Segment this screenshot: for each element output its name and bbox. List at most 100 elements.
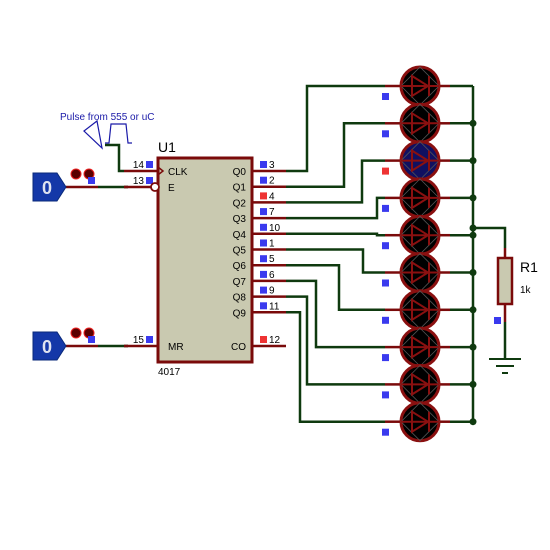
wire-bus-to-resistor[interactable] — [473, 226, 507, 248]
led-anode-state — [382, 167, 389, 175]
pin-state-mr — [146, 336, 153, 343]
inverted-input-bubble — [150, 182, 160, 192]
pin-label-q5: Q5 — [233, 246, 247, 257]
pin-number-q0: 3 — [269, 160, 275, 171]
junction-dot — [469, 380, 477, 388]
pin-state-q6 — [260, 255, 267, 263]
pulse-source-note: Pulse from 555 or uC — [60, 112, 155, 123]
pin-state-q0 — [260, 161, 267, 168]
pin-number-q4: 10 — [269, 223, 281, 234]
probe-up-icon — [70, 327, 82, 339]
led-0[interactable] — [399, 65, 441, 107]
led-9[interactable] — [399, 401, 441, 443]
pin-number-q3: 7 — [269, 207, 275, 218]
pin-number-co: 12 — [269, 335, 281, 346]
pin-number-q2: 4 — [269, 191, 275, 202]
wire-q5-to-led-5[interactable] — [286, 248, 385, 274]
pin-number-e: 13 — [133, 176, 145, 187]
led-anode-state — [382, 204, 389, 212]
led-3[interactable] — [399, 177, 441, 219]
led-1[interactable] — [399, 102, 441, 144]
pin-state-q3 — [260, 208, 267, 216]
pin-number-q6: 5 — [269, 254, 275, 265]
pin-label-q6: Q6 — [233, 261, 247, 272]
pulse-waveform-icon — [105, 123, 132, 144]
junction-dot — [469, 306, 477, 314]
junction-dot — [469, 224, 477, 232]
pin-number-q1: 2 — [269, 176, 275, 187]
pin-label-q3: Q3 — [233, 214, 247, 225]
pin-number-q9: 11 — [269, 301, 280, 312]
junction-dot — [469, 157, 477, 165]
pin-state-e — [146, 177, 153, 184]
logic-state-value: 0 — [42, 337, 52, 357]
pin-state-q7 — [260, 270, 267, 278]
logic-state-pin-indicator — [88, 336, 95, 343]
resistor-state-indicator — [494, 317, 501, 324]
resistor-value-label: 1k — [520, 285, 532, 296]
pulse-source-terminal-icon — [83, 119, 103, 150]
probe-up-icon — [70, 168, 82, 180]
pin-label-mr: MR — [168, 342, 184, 353]
pin-label-q4: Q4 — [233, 230, 247, 241]
pin-label-q1: Q1 — [233, 183, 247, 194]
logic-state-pin-indicator — [88, 177, 95, 184]
wire-q1-to-led-1[interactable] — [286, 122, 385, 188]
wire-q0-to-led-0[interactable] — [286, 84, 385, 173]
led-5[interactable] — [399, 252, 441, 293]
pin-label-q0: Q0 — [233, 167, 247, 178]
schematic-canvas: U1 4017 Q0 3 Q1 2 Q2 4 Q3 7 Q4 10 Q5 1 Q6 5 Q7 6 Q8 9 Q9 11 CO… — [32, 65, 538, 443]
pin-state-q5 — [260, 239, 267, 247]
wire-q4-to-led-4[interactable] — [286, 232, 385, 237]
led-8[interactable] — [399, 363, 441, 405]
pin-number-clk: 14 — [133, 160, 145, 171]
led-anode-state — [382, 354, 389, 362]
led-anode-state — [382, 391, 389, 399]
pin-label-q9: Q9 — [233, 308, 247, 319]
led-anode-state — [382, 242, 389, 250]
wires — [66, 84, 507, 423]
pin-number-q7: 6 — [269, 270, 275, 281]
pin-state-co — [260, 336, 267, 343]
pin-state-clk — [146, 161, 153, 168]
pin-state-q2 — [260, 192, 267, 200]
pin-state-q1 — [260, 176, 267, 184]
pin-label-clk: CLK — [168, 167, 188, 178]
pin-label-co: CO — [231, 342, 246, 353]
led-anode-state — [382, 93, 389, 100]
wire-clock-input[interactable] — [105, 143, 124, 173]
junction-dot — [469, 418, 477, 426]
resistor-reference-label: R1 — [520, 259, 538, 275]
wire-q2-to-led-2[interactable] — [286, 159, 385, 204]
ic-part-label: 4017 — [158, 367, 181, 378]
led-2[interactable] — [399, 140, 441, 182]
pin-label-e: E — [168, 183, 175, 194]
wire-q9-to-led-9[interactable] — [286, 311, 385, 423]
led-anode-state — [382, 130, 389, 138]
junction-dot — [469, 194, 477, 202]
pin-number-q8: 9 — [269, 286, 275, 297]
junction-dot — [469, 119, 477, 127]
wire-q3-to-led-3[interactable] — [286, 196, 385, 220]
ic-reference-label: U1 — [158, 139, 176, 155]
junction-dot — [469, 343, 477, 351]
resistor-r1[interactable] — [496, 256, 514, 306]
led-anode-state — [382, 316, 389, 324]
pin-label-q2: Q2 — [233, 198, 247, 209]
led-anode-state — [382, 279, 389, 287]
led-7[interactable] — [399, 326, 441, 368]
led-6[interactable] — [399, 289, 441, 331]
led-4[interactable] — [399, 214, 441, 256]
pin-state-q4 — [260, 223, 267, 231]
junction-dot — [469, 269, 477, 276]
pin-state-q9 — [260, 302, 267, 310]
pin-number-q5: 1 — [269, 239, 275, 250]
pin-state-q8 — [260, 286, 267, 294]
logic-state-value: 0 — [42, 178, 52, 198]
pin-label-q8: Q8 — [233, 293, 247, 304]
pin-label-q7: Q7 — [233, 277, 247, 288]
pin-number-mr: 15 — [133, 335, 145, 346]
junction-dot — [469, 231, 477, 239]
ground-icon — [489, 358, 521, 374]
led-anode-state — [382, 428, 389, 436]
